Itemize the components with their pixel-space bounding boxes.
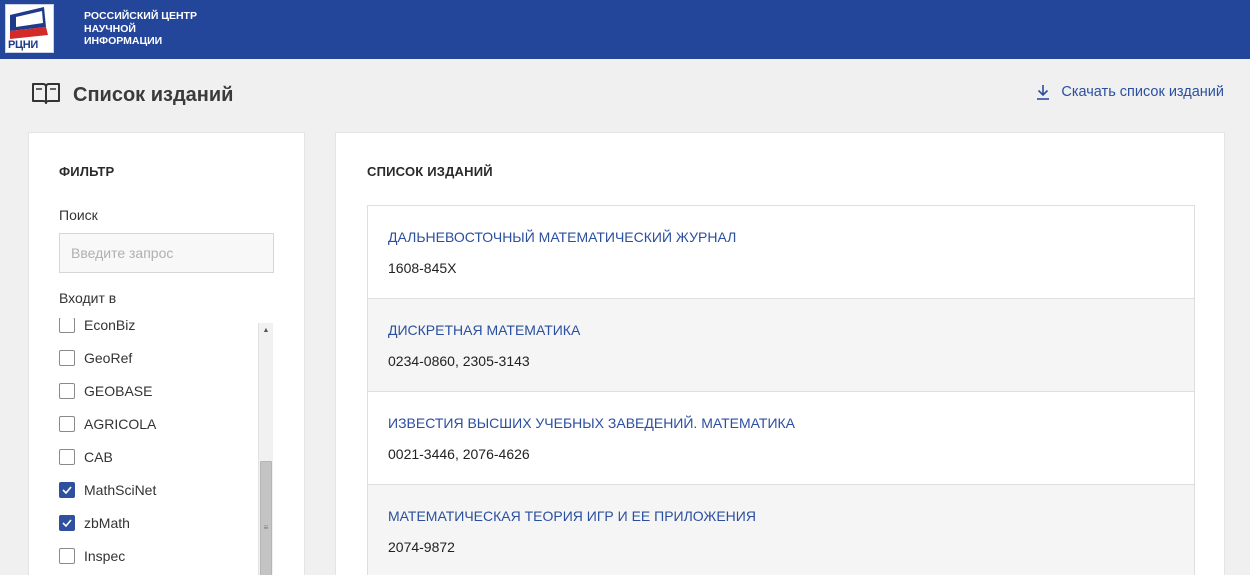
- source-label: MathSciNet: [84, 482, 157, 498]
- logo-text: РЦНИ: [8, 39, 39, 51]
- search-label: Поиск: [59, 207, 98, 223]
- journal-title-link[interactable]: МАТЕМАТИЧЕСКАЯ ТЕОРИЯ ИГР И ЕЕ ПРИЛОЖЕНИ…: [388, 508, 1174, 524]
- download-arrow-icon: [1037, 85, 1050, 100]
- rcni-logo[interactable]: РЦНИ: [5, 4, 54, 53]
- checkbox[interactable]: [59, 548, 75, 564]
- list-heading: СПИСОК ИЗДАНИЙ: [367, 164, 493, 179]
- scroll-up-arrow-icon[interactable]: ▲: [259, 323, 273, 337]
- org-name-line: НАУЧНОЙ: [84, 22, 136, 35]
- journal-title-link[interactable]: ИЗВЕСТИЯ ВЫСШИХ УЧЕБНЫХ ЗАВЕДЕНИЙ. МАТЕМ…: [388, 415, 1174, 431]
- source-checkbox-list[interactable]: EconBiz GeoRef GEOBASE AGRICOLA CAB Math…: [59, 318, 274, 575]
- journal-issn: 0234-0860, 2305-3143: [388, 353, 530, 369]
- scroll-thumb[interactable]: ≡: [260, 461, 272, 575]
- journal-issn: 0021-3446, 2076-4626: [388, 446, 530, 462]
- journal-issn: 1608-845X: [388, 260, 457, 276]
- source-item-agricola[interactable]: AGRICOLA: [59, 414, 156, 434]
- source-label: AGRICOLA: [84, 416, 157, 432]
- source-item-inspec[interactable]: Inspec: [59, 546, 125, 566]
- journal-title-link[interactable]: ДАЛЬНЕВОСТОЧНЫЙ МАТЕМАТИЧЕСКИЙ ЖУРНАЛ: [388, 229, 1174, 245]
- source-item-geobase[interactable]: GEOBASE: [59, 381, 152, 401]
- journal-item: ДАЛЬНЕВОСТОЧНЫЙ МАТЕМАТИЧЕСКИЙ ЖУРНАЛ 16…: [368, 206, 1194, 299]
- source-list-scrollbar[interactable]: ▲ ≡: [258, 323, 273, 575]
- source-label: zbMath: [84, 515, 130, 531]
- checkbox[interactable]: [59, 350, 75, 366]
- included-in-label: Входит в: [59, 290, 117, 306]
- source-item-cab[interactable]: CAB: [59, 447, 113, 467]
- checkbox[interactable]: [59, 449, 75, 465]
- source-label: CAB: [84, 449, 113, 465]
- checkbox-checked[interactable]: [59, 515, 75, 531]
- checkbox[interactable]: [59, 318, 75, 333]
- source-label: GEOBASE: [84, 383, 153, 399]
- source-label: Inspec: [84, 548, 126, 564]
- publication-list-panel: СПИСОК ИЗДАНИЙ ДАЛЬНЕВОСТОЧНЫЙ МАТЕМАТИЧ…: [335, 132, 1225, 575]
- search-input[interactable]: [59, 233, 274, 273]
- page-title-row: Список изданий Скачать список изданий: [0, 59, 1250, 132]
- source-item-econbiz[interactable]: EconBiz: [59, 318, 135, 335]
- source-label: GeoRef: [84, 350, 133, 366]
- site-header: РЦНИ РОССИЙСКИЙ ЦЕНТР НАУЧНОЙ ИНФОРМАЦИИ: [0, 0, 1250, 59]
- journal-item: ИЗВЕСТИЯ ВЫСШИХ УЧЕБНЫХ ЗАВЕДЕНИЙ. МАТЕМ…: [368, 392, 1194, 485]
- journal-title-link[interactable]: ДИСКРЕТНАЯ МАТЕМАТИКА: [388, 322, 1174, 338]
- page-title: Список изданий: [73, 84, 234, 106]
- filter-heading: ФИЛЬТР: [59, 164, 115, 179]
- checkmark-icon: [62, 519, 72, 527]
- journal-list: ДАЛЬНЕВОСТОЧНЫЙ МАТЕМАТИЧЕСКИЙ ЖУРНАЛ 16…: [367, 205, 1195, 575]
- org-name-line: ИНФОРМАЦИИ: [84, 35, 163, 47]
- checkmark-icon: [62, 486, 72, 494]
- checkbox-checked[interactable]: [59, 482, 75, 498]
- source-label: EconBiz: [84, 318, 136, 333]
- source-item-zbmath[interactable]: zbMath: [59, 513, 130, 533]
- download-list-link[interactable]: Скачать список изданий: [1036, 84, 1224, 100]
- org-name-line: РОССИЙСКИЙ ЦЕНТР: [84, 10, 197, 22]
- journal-issn: 2074-9872: [388, 539, 455, 555]
- checkbox[interactable]: [59, 416, 75, 432]
- filter-panel: ФИЛЬТР Поиск Входит в EconBiz GeoRef GEO…: [28, 132, 305, 575]
- download-list-label: Скачать список изданий: [1061, 84, 1224, 100]
- open-book-icon: [32, 83, 60, 104]
- org-name: РОССИЙСКИЙ ЦЕНТР НАУЧНОЙ ИНФОРМАЦИИ: [84, 10, 244, 48]
- checkbox[interactable]: [59, 383, 75, 399]
- journal-item: ДИСКРЕТНАЯ МАТЕМАТИКА 0234-0860, 2305-31…: [368, 299, 1194, 392]
- journal-item: МАТЕМАТИЧЕСКАЯ ТЕОРИЯ ИГР И ЕЕ ПРИЛОЖЕНИ…: [368, 485, 1194, 575]
- source-item-georef[interactable]: GeoRef: [59, 348, 132, 368]
- source-item-mathscinet[interactable]: MathSciNet: [59, 480, 156, 500]
